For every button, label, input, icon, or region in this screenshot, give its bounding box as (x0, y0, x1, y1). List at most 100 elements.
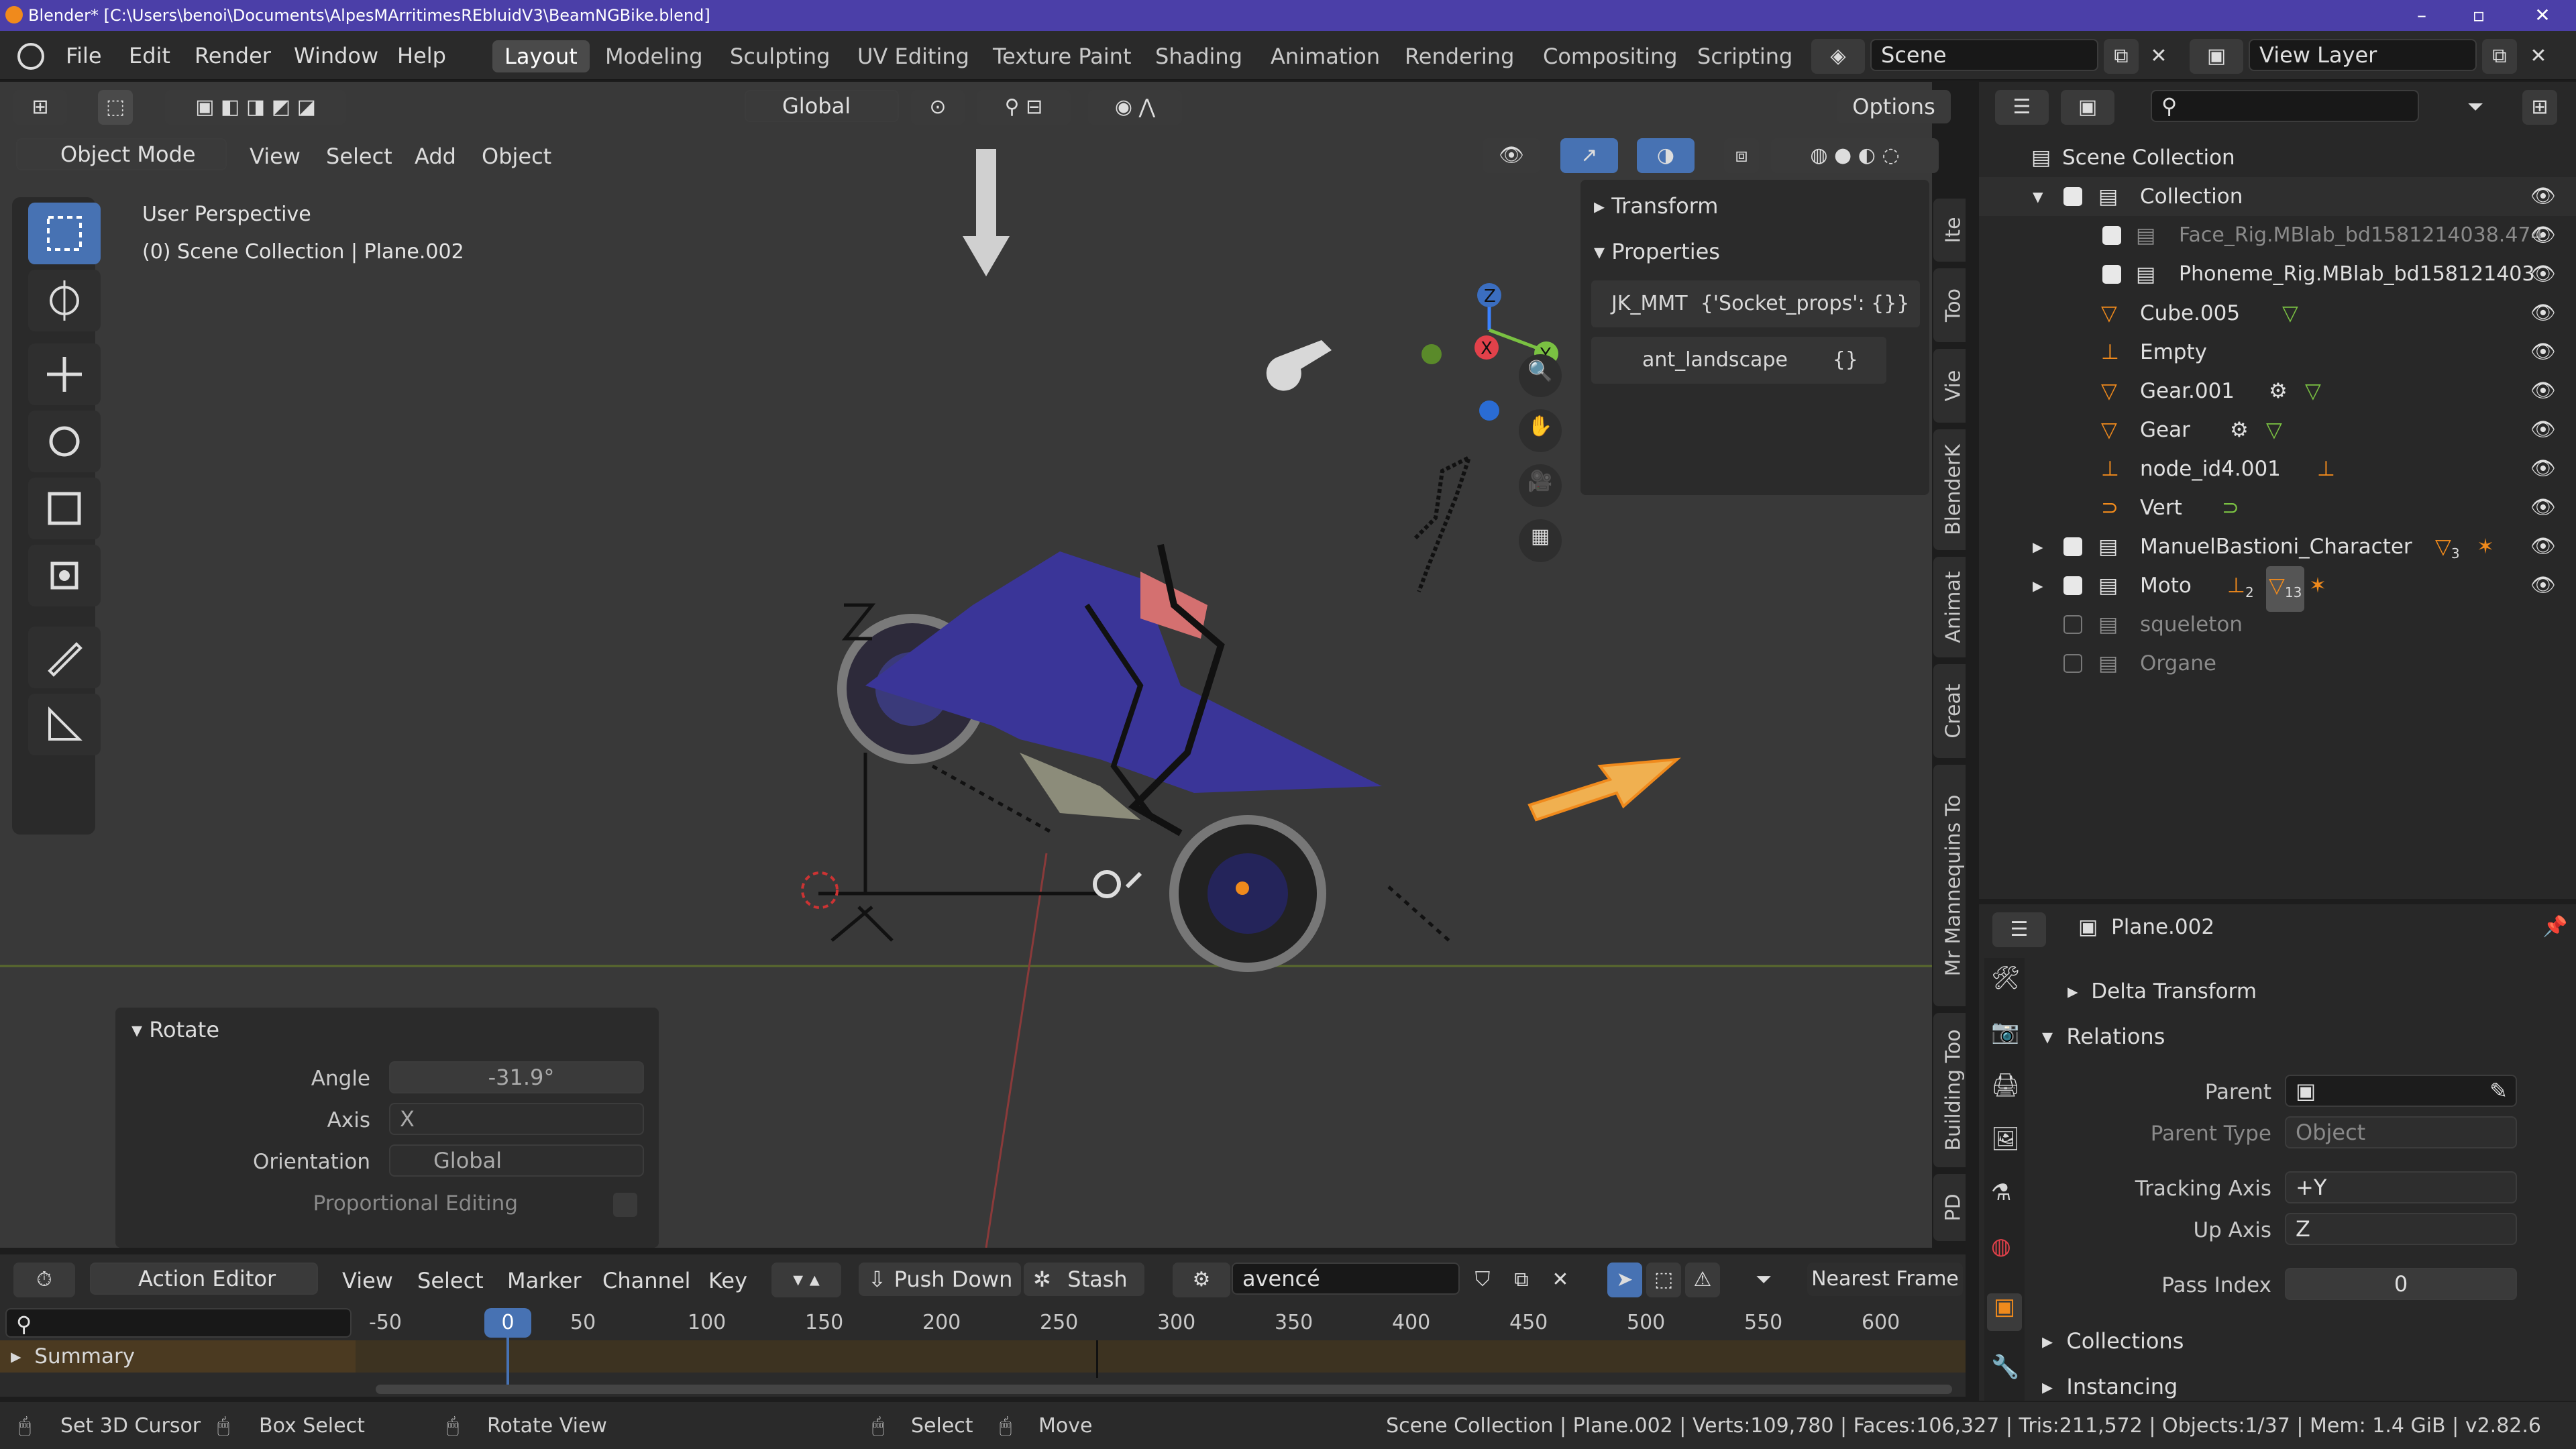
timeline-menu-select[interactable]: Select (417, 1267, 484, 1295)
scene-tab-icon[interactable]: ⚗ (1991, 1179, 2011, 1206)
tool-tab-icon[interactable]: 🛠 (1991, 965, 2020, 991)
timeline-menu-key[interactable]: Key (708, 1267, 747, 1295)
close-button[interactable]: ✕ (2509, 0, 2576, 31)
tab-animation[interactable]: Animation (1258, 40, 1392, 72)
tab-uv-editing[interactable]: UV Editing (845, 40, 981, 72)
tab-pd[interactable]: PD (1933, 1174, 1966, 1241)
only-errors-icon[interactable]: ⚠ (1685, 1263, 1720, 1297)
channel-search-input[interactable]: ⚲ (5, 1308, 352, 1338)
outliner-row-cube-005[interactable]: ▽ Cube.005 ▽ 👁 (1979, 294, 2576, 333)
up-axis-dropdown[interactable]: Z (2285, 1213, 2517, 1245)
tab-sculpting[interactable]: Sculpting (718, 40, 842, 72)
eyedropper-icon[interactable]: ✎ (2489, 1076, 2508, 1106)
ortho-grid-icon[interactable]: ▦ (1519, 519, 1562, 562)
only-selected-icon[interactable]: ➤ (1607, 1263, 1642, 1297)
transform-orientation-dropdown[interactable]: Global (745, 90, 899, 122)
pass-index-field[interactable]: 0 (2285, 1268, 2517, 1300)
world-tab-icon[interactable]: ◍ (1991, 1233, 2011, 1260)
layer-arrows-icon[interactable]: ▾ ▴ (771, 1263, 841, 1297)
parent-field[interactable]: ▣ ✎ (2285, 1075, 2517, 1107)
exclude-checkbox[interactable] (2102, 226, 2121, 245)
output-tab-icon[interactable]: 🖨 (1991, 1072, 2020, 1099)
menu-window[interactable]: Window (294, 42, 378, 70)
properties-panel-header[interactable]: ▾ Properties (1594, 239, 1720, 264)
display-mode-icon[interactable]: ▣ (2061, 90, 2114, 125)
snap-mode-dropdown[interactable]: Nearest Frame (1807, 1263, 1963, 1296)
outliner-row-scene-collection[interactable]: ▤ Scene Collection (1979, 138, 2576, 177)
viewport-menu-select[interactable]: Select (326, 142, 392, 170)
new-action-icon[interactable]: ⧉ (1504, 1263, 1539, 1297)
angle-field[interactable]: -31.9° (389, 1061, 644, 1093)
exclude-checkbox[interactable] (2063, 576, 2082, 595)
object-tab-icon[interactable]: ▣ (1987, 1293, 2022, 1331)
3d-viewport[interactable]: ⊞ ⬚ ▣ ◧ ◨ ◩ ◪ Global ⊙ ⚲ ⊟ ◉ ⋀ Options O… (0, 82, 1951, 1248)
menu-edit[interactable]: Edit (129, 42, 170, 70)
delete-scene-icon[interactable]: ✕ (2141, 39, 2176, 74)
timeline-menu-view[interactable]: View (342, 1267, 393, 1295)
parent-type-dropdown[interactable]: Object (2285, 1116, 2517, 1148)
child-empty-icon[interactable]: ⊥ (2317, 449, 2335, 488)
editor-type-icon[interactable]: ⊞ (13, 90, 67, 125)
modifier-icon[interactable]: ⚙ (2230, 411, 2249, 449)
timeline-menu-channel[interactable]: Channel (602, 1267, 690, 1295)
visibility-eye-icon[interactable]: 👁 (2530, 411, 2556, 449)
camera-view-icon[interactable]: 🎥 (1519, 464, 1562, 507)
tab-mr-mannequins[interactable]: Mr Mannequins To (1933, 765, 1966, 1006)
proportional-edit-icon[interactable]: ◉ ⋀ (1088, 90, 1182, 125)
pivot-point-icon[interactable]: ⊙ (911, 90, 965, 125)
visibility-eye-icon[interactable]: 👁 (2530, 449, 2556, 488)
curve-data-icon[interactable]: ⊃ (2222, 488, 2239, 527)
visibility-eye-icon[interactable]: 👁 (2530, 527, 2556, 566)
summary-track[interactable] (356, 1340, 1966, 1373)
tab-layout[interactable]: Layout (492, 40, 590, 72)
fake-user-shield-icon[interactable]: ⛉ (1465, 1263, 1500, 1297)
timeline-filter-icon[interactable]: ⏷ (1735, 1263, 1792, 1297)
unlink-action-icon[interactable]: ✕ (1543, 1263, 1578, 1297)
maximize-button[interactable]: ▫ (2445, 0, 2512, 31)
rotate-panel-header[interactable]: ▾ Rotate (131, 1017, 219, 1042)
menu-help[interactable]: Help (397, 42, 446, 70)
measure-tool-icon[interactable] (28, 694, 101, 755)
visibility-eye-icon[interactable]: 👁 (2530, 333, 2556, 372)
tab-create[interactable]: Creat (1933, 664, 1966, 758)
mode-dropdown[interactable]: Object Mode (16, 138, 227, 170)
new-view-layer-icon[interactable]: ⧉ (2482, 39, 2517, 74)
pan-hand-icon[interactable]: ✋ (1519, 409, 1562, 452)
gizmo-toggle-icon[interactable]: ↗ (1560, 138, 1618, 173)
visibility-eye-icon[interactable]: 👁 (2530, 488, 2556, 527)
instancing-header[interactable]: ▸ Instancing (2042, 1374, 2178, 1399)
push-down-button[interactable]: ⇩ Push Down (859, 1263, 1021, 1296)
pin-icon[interactable]: 📌 (2542, 915, 2567, 938)
custom-prop-jk-mmt[interactable]: JK_MMT {'Socket_props': {}} (1591, 280, 1920, 327)
view-layer-icon[interactable]: ▣ (2190, 39, 2243, 74)
rotate-tool-icon[interactable] (28, 411, 101, 472)
collections-header[interactable]: ▸ Collections (2042, 1328, 2184, 1354)
view-layer-tab-icon[interactable]: 🖼 (1991, 1126, 2020, 1152)
move-tool-icon[interactable] (28, 343, 101, 405)
exclude-checkbox[interactable] (2063, 187, 2082, 206)
stash-button[interactable]: ✲ Stash (1024, 1263, 1144, 1296)
annotate-tool-icon[interactable] (28, 627, 101, 688)
visibility-eye-icon[interactable]: 👁 (2530, 566, 2556, 605)
viewport-menu-view[interactable]: View (250, 142, 301, 170)
armature-children-icon[interactable]: ✶ (2309, 566, 2326, 605)
outliner-row-moto[interactable]: ▸ ▤ Moto ⊥2 ▽13 ✶ 👁 (1979, 566, 2576, 612)
outliner-row-organe[interactable]: ▤ Organe (1979, 644, 2576, 683)
mesh-data-icon[interactable]: ▽ (2305, 372, 2321, 411)
outliner-row-squeleton[interactable]: ▤ squeleton (1979, 605, 2576, 644)
scale-tool-icon[interactable] (28, 478, 101, 539)
options-dropdown[interactable]: Options (1837, 90, 1951, 123)
outliner-row-manuelbastioni[interactable]: ▸ ▤ ManuelBastioni_Character ▽3 ✶ 👁 (1979, 527, 2576, 566)
timeline-editor-type-icon[interactable]: ⏱ (13, 1263, 75, 1297)
outliner-row-node-id4[interactable]: ⊥ node_id4.001 ⊥ 👁 (1979, 449, 2576, 488)
timeline-scrollbar[interactable] (376, 1385, 1952, 1394)
scene-selector-icon[interactable]: ◈ (1811, 39, 1865, 74)
visibility-eye-icon[interactable]: 👁 (2530, 255, 2556, 294)
mesh-data-icon[interactable]: ▽ (2266, 411, 2282, 449)
show-hidden-icon[interactable]: ⬚ (1646, 1263, 1681, 1297)
select-tool-icon[interactable]: ⬚ (98, 90, 133, 125)
zoom-icon[interactable]: 🔍 (1519, 354, 1562, 397)
orientation-dropdown[interactable]: Global (389, 1144, 644, 1177)
scene-name-field[interactable]: Scene (1870, 39, 2098, 71)
viewport-menu-object[interactable]: Object (482, 142, 551, 170)
